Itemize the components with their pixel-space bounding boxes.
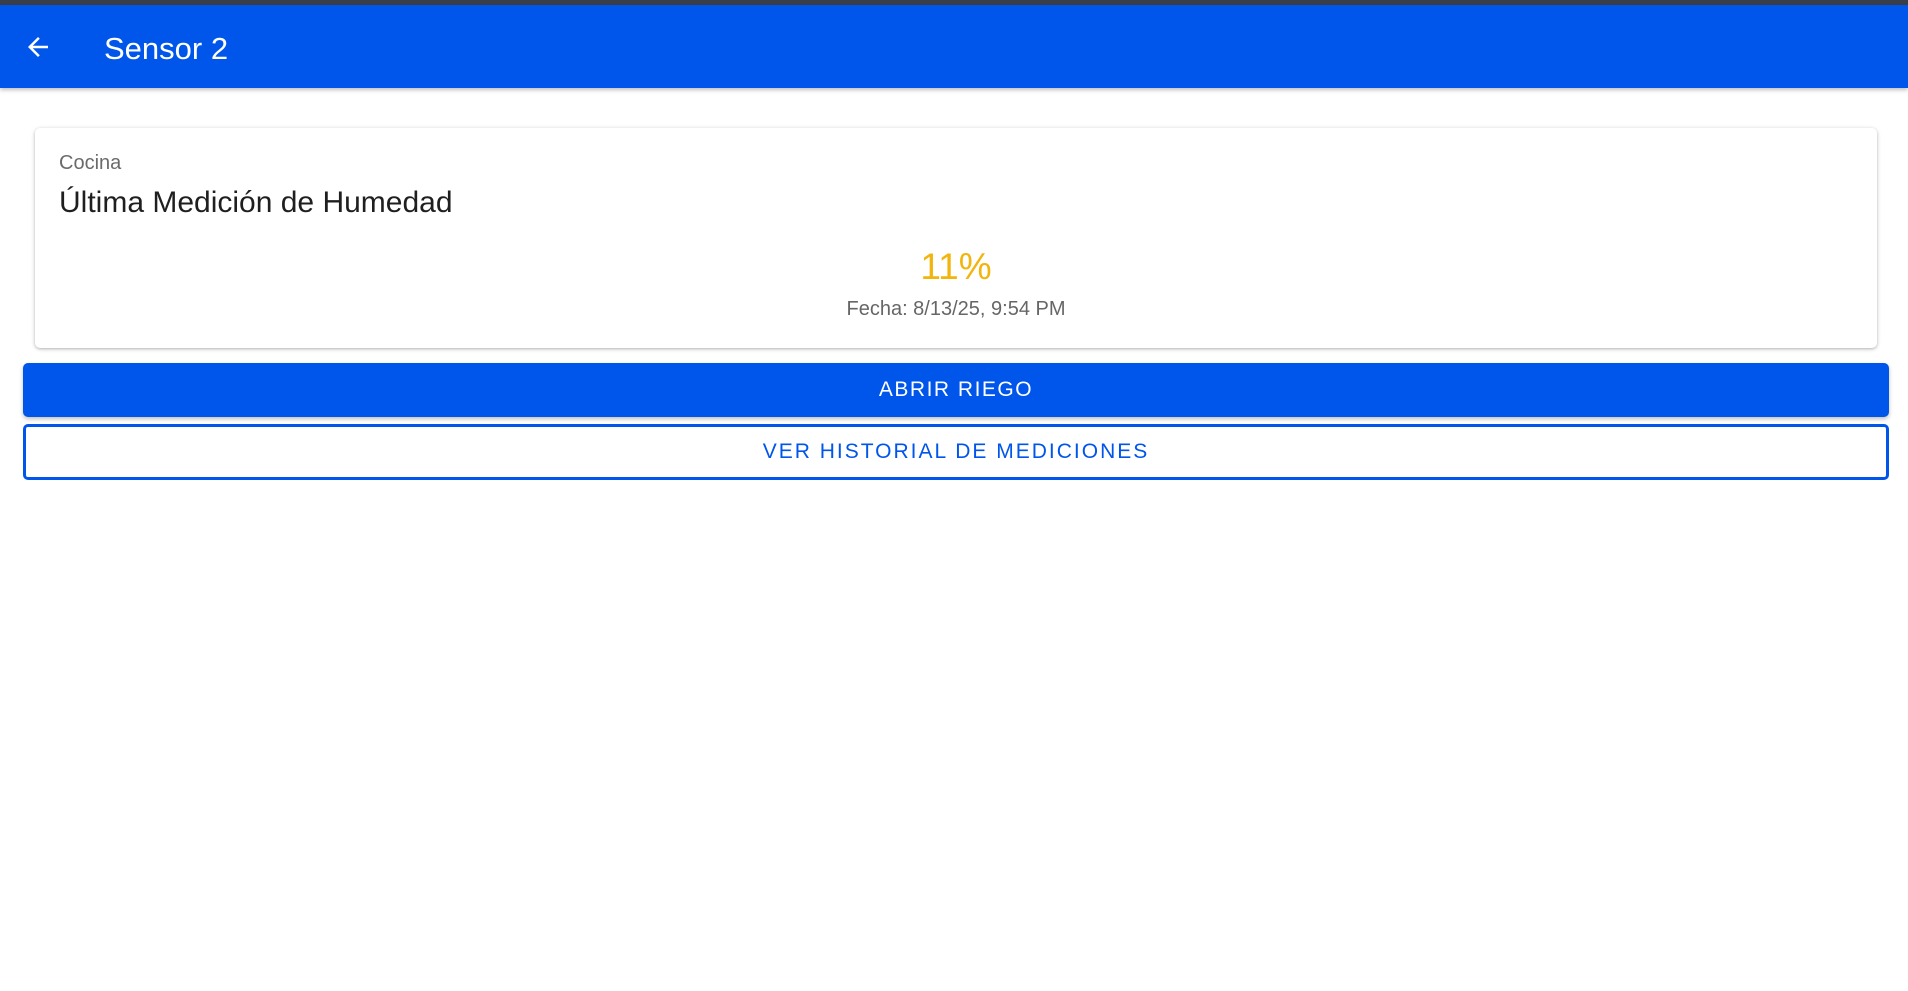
arrow-left-icon (23, 32, 53, 67)
view-history-button[interactable]: VER HISTORIAL DE MEDICIONES (23, 424, 1889, 480)
card-title: Última Medición de Humedad (59, 186, 453, 219)
app-bar: Sensor 2 (0, 5, 1908, 88)
humidity-value: 11% (920, 246, 992, 287)
back-button[interactable] (18, 29, 58, 69)
page-title: Sensor 2 (104, 31, 229, 66)
card-location-label: Cocina (59, 152, 122, 174)
measurement-date: Fecha: 8/13/25, 9:54 PM (846, 298, 1066, 320)
open-irrigation-button[interactable]: ABRIR RIEGO (23, 363, 1889, 417)
humidity-card: Cocina Última Medición de Humedad 11% Fe… (35, 128, 1877, 348)
